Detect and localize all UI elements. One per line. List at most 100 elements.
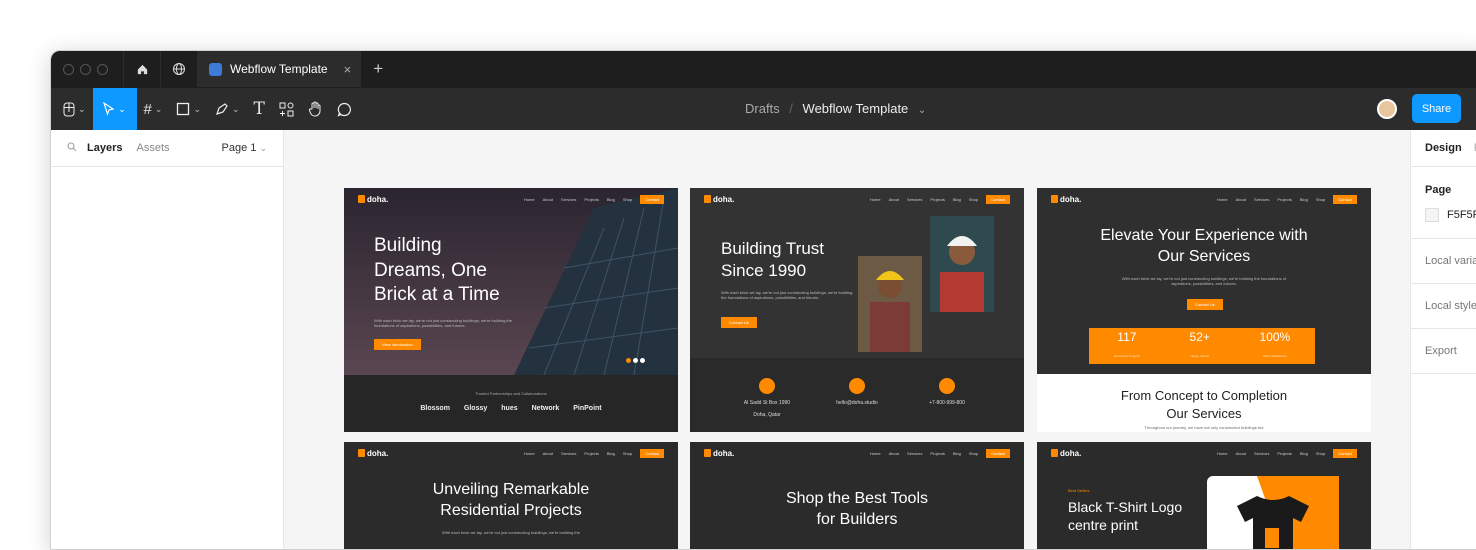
nav-link-about[interactable]: About <box>889 197 899 202</box>
nav-link-projects[interactable]: Projects <box>584 451 598 456</box>
page-color-row[interactable]: F5F5F <box>1425 207 1476 222</box>
frame-shop[interactable]: doha. Home About Services Projects Blog Shop … <box>690 442 1024 549</box>
export-section[interactable]: Export <box>1411 329 1476 374</box>
nav-link-services[interactable]: Services <box>561 451 576 456</box>
share-button[interactable]: Share <box>1412 94 1461 123</box>
nav-link-home[interactable]: Home <box>870 197 881 202</box>
nav-link-services[interactable]: Services <box>561 197 576 202</box>
frame-about[interactable]: doha. Home About Services Projects Blog Shop … <box>690 188 1024 432</box>
frame-tool-button[interactable]: # ⌄ <box>137 88 170 131</box>
nav-link-shop[interactable]: Shop <box>1316 197 1325 202</box>
stat-label: Happy Clients <box>1190 354 1210 358</box>
nav-link-about[interactable]: About <box>1236 197 1246 202</box>
nav-link-about[interactable]: About <box>543 451 553 456</box>
nav-link-home[interactable]: Home <box>1217 197 1228 202</box>
nav-link-services[interactable]: Services <box>1254 197 1269 202</box>
nav-cta-button[interactable]: Contact <box>640 194 664 204</box>
chevron-down-icon[interactable]: ⌄ <box>918 105 926 116</box>
shop-title-line: Shop the Best Tools <box>785 490 929 507</box>
nav-link-blog[interactable]: Blog <box>953 197 961 202</box>
nav-link-shop[interactable]: Shop <box>623 197 632 202</box>
nav-link-home[interactable]: Home <box>524 451 535 456</box>
new-tab-button[interactable]: + <box>373 59 383 79</box>
product-title-line: centre print <box>1068 517 1139 534</box>
tab-webflow-template[interactable]: Webflow Template × <box>197 51 362 87</box>
frame-hero-home[interactable]: doha. Home About Services Projects Blog Shop … <box>344 188 678 432</box>
nav-link-shop[interactable]: Shop <box>1316 451 1325 456</box>
nav-link-services[interactable]: Services <box>907 197 922 202</box>
nav-link-about[interactable]: About <box>543 197 553 202</box>
main-menu-button[interactable]: ⌄ <box>51 88 93 131</box>
tab-design[interactable]: Design <box>1425 142 1462 154</box>
nav-link-about[interactable]: About <box>1236 451 1246 456</box>
hero-button[interactable]: Contact Us <box>721 317 757 328</box>
local-variables-section[interactable]: Local varia <box>1411 239 1476 284</box>
text-tool-button[interactable]: T <box>247 88 272 131</box>
components-icon <box>279 102 294 116</box>
home-icon[interactable] <box>124 51 160 87</box>
hero-button[interactable]: View Introduction <box>374 339 421 350</box>
services-button[interactable]: Contact Us <box>1187 299 1223 310</box>
chevron-down-icon: ⌄ <box>231 103 240 114</box>
frame-services[interactable]: doha. Home About Services Projects Blog Shop … <box>1037 188 1371 432</box>
nav-link-projects[interactable]: Projects <box>930 197 944 202</box>
search-icon[interactable] <box>67 142 77 155</box>
resources-tool-button[interactable] <box>272 88 301 131</box>
carousel-dots[interactable] <box>626 358 645 363</box>
nav-link-projects[interactable]: Projects <box>930 451 944 456</box>
maximize-window-icon[interactable] <box>97 63 108 75</box>
nav-cta-button[interactable]: Contact <box>986 194 1010 204</box>
shape-tool-button[interactable]: ⌄ <box>169 88 208 131</box>
worker-photo <box>858 256 922 352</box>
nav-link-shop[interactable]: Shop <box>969 197 978 202</box>
nav-link-services[interactable]: Services <box>1254 451 1269 456</box>
move-tool-button[interactable]: ⌄ <box>92 87 137 131</box>
hand-tool-button[interactable] <box>301 88 330 131</box>
figma-logo-icon <box>63 102 75 116</box>
close-window-icon[interactable] <box>63 63 74 75</box>
tab-layers[interactable]: Layers <box>87 142 122 154</box>
nav-cta-button[interactable]: Contact <box>1333 194 1357 204</box>
nav-cta-button[interactable]: Contact <box>986 448 1010 458</box>
nav-link-about[interactable]: About <box>889 451 899 456</box>
frame-product[interactable]: doha. Home About Services Projects Blog Shop … <box>1037 442 1371 549</box>
nav-link-blog[interactable]: Blog <box>953 451 961 456</box>
nav-link-home[interactable]: Home <box>1217 451 1228 456</box>
window-controls[interactable] <box>63 63 123 75</box>
nav-link-shop[interactable]: Shop <box>969 451 978 456</box>
nav-cta-button[interactable]: Contact <box>1333 448 1357 458</box>
nav-link-projects[interactable]: Projects <box>1277 451 1291 456</box>
frame-projects[interactable]: doha. Home About Services Projects Blog Shop … <box>344 442 678 549</box>
tshirt-image <box>1207 476 1339 549</box>
breadcrumb-drafts[interactable]: Drafts <box>745 101 780 116</box>
globe-icon[interactable] <box>161 51 197 87</box>
nav-link-projects[interactable]: Projects <box>584 197 598 202</box>
partner-logo: hues <box>501 405 518 412</box>
nav-link-projects[interactable]: Projects <box>1277 197 1291 202</box>
site-nav-links: Home About Services Projects Blog Shop Contac… <box>870 194 1010 204</box>
nav-link-services[interactable]: Services <box>907 451 922 456</box>
page-color-value[interactable]: F5F5F <box>1447 209 1476 221</box>
page-color-swatch[interactable] <box>1425 207 1439 222</box>
nav-link-home[interactable]: Home <box>524 197 535 202</box>
nav-link-home[interactable]: Home <box>870 451 881 456</box>
close-tab-icon[interactable]: × <box>344 62 352 77</box>
tab-assets[interactable]: Assets <box>136 142 169 154</box>
page-section-title: Page <box>1425 183 1452 196</box>
breadcrumb[interactable]: Drafts / Webflow Template ⌄ <box>745 101 926 116</box>
nav-link-shop[interactable]: Shop <box>623 451 632 456</box>
nav-link-blog[interactable]: Blog <box>607 451 615 456</box>
page-selector[interactable]: Page 1 ⌄ <box>222 142 267 154</box>
local-styles-section[interactable]: Local style <box>1411 284 1476 329</box>
breadcrumb-file[interactable]: Webflow Template <box>803 101 909 116</box>
contact-text: Doha, Qatar <box>753 412 781 418</box>
avatar[interactable] <box>1377 99 1397 119</box>
comment-tool-button[interactable] <box>330 88 359 131</box>
nav-cta-button[interactable]: Contact <box>640 448 664 458</box>
nav-link-blog[interactable]: Blog <box>607 197 615 202</box>
pen-tool-button[interactable]: ⌄ <box>208 88 247 131</box>
minimize-window-icon[interactable] <box>80 63 91 75</box>
nav-link-blog[interactable]: Blog <box>1300 451 1308 456</box>
nav-link-blog[interactable]: Blog <box>1300 197 1308 202</box>
canvas[interactable]: doha. Home About Services Projects Blog Shop … <box>284 130 1410 549</box>
